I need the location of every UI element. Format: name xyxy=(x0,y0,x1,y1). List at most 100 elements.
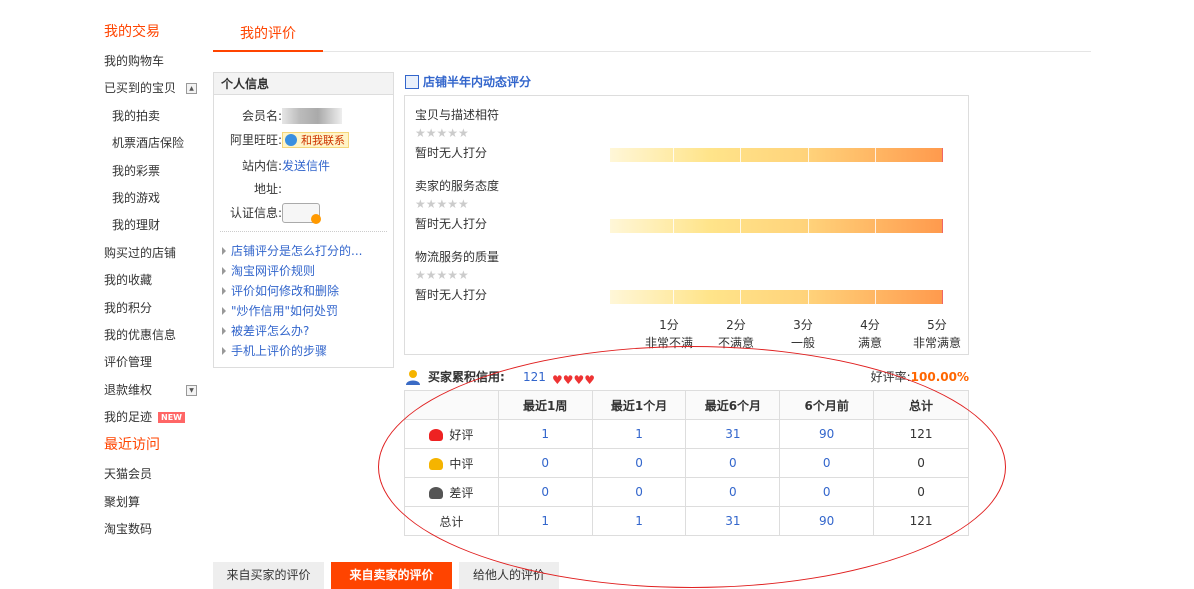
nav-item[interactable]: 退款维权 ▼ xyxy=(104,377,204,404)
address-row: 地址: xyxy=(214,179,393,199)
divider xyxy=(220,231,387,232)
nav-item-label: 我的足迹 xyxy=(104,410,153,425)
dsr-item-status: 暂时无人打分 xyxy=(415,217,488,231)
table-cell[interactable]: 1 xyxy=(591,419,687,449)
nav-item-label: 我的理财 xyxy=(112,218,161,233)
nav-item[interactable]: 我的足迹 NEW xyxy=(104,404,204,431)
dsr-item: 物流服务的质量 ★★★★★ 暂时无人打分 xyxy=(415,248,955,318)
nav-recent-item[interactable]: 淘宝数码 xyxy=(104,516,204,543)
expand-toggle-icon[interactable]: ▲ xyxy=(186,83,197,95)
dsr-scale-label: 1分非常不满 xyxy=(639,316,699,352)
nav-item[interactable]: 我的游戏 xyxy=(104,185,204,212)
nav-recent-item[interactable]: 天猫会员 xyxy=(104,461,204,488)
dsr-scale-desc: 一般 xyxy=(790,336,815,350)
help-link[interactable]: 被差评怎么办? xyxy=(221,321,362,341)
row-label-cell: 总计 xyxy=(404,506,499,536)
tab-my-reviews[interactable]: 我的评价 xyxy=(213,20,323,52)
nav-item[interactable]: 我的优惠信息 xyxy=(104,322,204,349)
table-cell: 121 xyxy=(873,506,969,536)
nav-item[interactable]: 机票酒店保险 xyxy=(104,130,204,157)
left-nav: 我的交易 我的购物车 已买到的宝贝 ▲ 我的拍卖 机票酒店保险 我的彩票 我的游戏 我的理财购… xyxy=(104,20,204,544)
nav-item[interactable]: 购买过的店铺 xyxy=(104,240,204,267)
nav-item[interactable]: 我的理财 xyxy=(104,212,204,239)
dsr-scale-label: 3分一般 xyxy=(773,316,833,352)
help-link[interactable]: 淘宝网评价规则 xyxy=(221,261,362,281)
table-cell[interactable]: 90 xyxy=(779,419,875,449)
nav-item[interactable]: 评价管理 xyxy=(104,349,204,376)
cert-row: 认证信息: xyxy=(214,203,393,224)
top-tab-bar: 我的评价 xyxy=(213,20,1091,52)
table-row: 中评 0 0 0 0 0 xyxy=(404,448,969,478)
dsr-item-name: 宝贝与描述相符 xyxy=(415,108,500,122)
table-header: 6个月前 xyxy=(779,390,875,420)
tab-bottom-2[interactable]: 给他人的评价 xyxy=(459,562,559,589)
table-cell[interactable]: 1 xyxy=(591,506,687,536)
bottom-tab-bar: 来自买家的评价 来自卖家的评价 给他人的评价 xyxy=(213,562,773,589)
tab-bottom-0[interactable]: 来自买家的评价 xyxy=(213,562,324,589)
nav-item[interactable]: 已买到的宝贝 ▲ xyxy=(104,75,204,102)
table-cell[interactable]: 0 xyxy=(591,448,687,478)
rating-table: 最近1周 最近1个月 最近6个月 6个月前 总计 好评 1 1 31 90 121 中评 0 0 0 0 0 差… xyxy=(404,390,969,536)
table-cell[interactable]: 31 xyxy=(685,419,781,449)
contact-me-button[interactable]: 和我联系 xyxy=(282,132,349,148)
star-rating-icon: ★★★★★ xyxy=(415,126,469,140)
table-cell[interactable]: 1 xyxy=(497,506,593,536)
positive-rate-label: 好评率: xyxy=(870,370,911,384)
dsr-score-bar xyxy=(610,290,943,304)
yellow-flower-icon xyxy=(429,457,444,470)
dsr-scale-score: 1分 xyxy=(659,318,679,332)
table-cell[interactable]: 90 xyxy=(779,506,875,536)
dsr-panel: 宝贝与描述相符 ★★★★★ 暂时无人打分 卖家的服务态度 ★★★★★ 暂时无人打分 物流服务… xyxy=(404,95,969,355)
nav-item[interactable]: 我的拍卖 xyxy=(104,103,204,130)
send-message-link[interactable]: 发送信件 xyxy=(282,156,330,176)
dsr-title-text: 店铺半年内动态评分 xyxy=(423,75,532,89)
row-label: 好评 xyxy=(449,427,474,442)
help-link[interactable]: "炒作信用"如何处罚 xyxy=(221,301,362,321)
table-header: 最近1周 xyxy=(497,390,593,420)
personal-info-panel: 个人信息 会员名: 阿里旺旺: 和我联系 站内信: 发送信件 地址: 认证信息:… xyxy=(213,72,394,368)
help-link[interactable]: 手机上评价的步骤 xyxy=(221,341,362,361)
table-cell[interactable]: 0 xyxy=(779,477,875,507)
table-header: 最近6个月 xyxy=(685,390,781,420)
dsr-scale-score: 5分 xyxy=(927,318,947,332)
dsr-item: 宝贝与描述相符 ★★★★★ 暂时无人打分 xyxy=(415,106,955,176)
help-link[interactable]: 评价如何修改和删除 xyxy=(221,281,362,301)
nav-item-label: 已买到的宝贝 xyxy=(104,81,177,96)
table-cell[interactable]: 0 xyxy=(497,477,593,507)
new-badge: NEW xyxy=(158,412,185,424)
dsr-scale-desc: 满意 xyxy=(857,336,882,350)
help-link[interactable]: 店铺评分是怎么打分的... xyxy=(221,241,362,261)
nav-item[interactable]: 我的收藏 xyxy=(104,267,204,294)
dsr-score-bar xyxy=(610,219,943,233)
dsr-scale-score: 4分 xyxy=(860,318,880,332)
table-header: 总计 xyxy=(873,390,969,420)
help-links: 店铺评分是怎么打分的... 淘宝网评价规则 评价如何修改和删除 "炒作信用"如何处罚被… xyxy=(221,241,362,361)
dsr-scale-desc: 非常不满 xyxy=(644,336,693,350)
certification-icon[interactable] xyxy=(282,203,321,224)
positive-rate-value: 100.00% xyxy=(910,370,969,384)
row-label-cell: 中评 xyxy=(404,448,499,478)
nav-item[interactable]: 我的购物车 xyxy=(104,48,204,75)
table-cell[interactable]: 0 xyxy=(779,448,875,478)
nav-item[interactable]: 我的积分 xyxy=(104,295,204,322)
wangwang-row: 阿里旺旺: 和我联系 xyxy=(214,130,393,150)
table-cell[interactable]: 0 xyxy=(497,448,593,478)
nav-recent-item[interactable]: 聚划算 xyxy=(104,489,204,516)
tab-bottom-1[interactable]: 来自卖家的评价 xyxy=(331,562,452,589)
table-cell[interactable]: 1 xyxy=(497,419,593,449)
row-label-cell: 好评 xyxy=(404,419,499,449)
star-rating-icon: ★★★★★ xyxy=(415,268,469,282)
dsr-scale-score: 3分 xyxy=(793,318,813,332)
table-cell[interactable]: 0 xyxy=(685,448,781,478)
nav-item-label: 我的收藏 xyxy=(104,273,153,288)
expand-toggle-icon[interactable]: ▼ xyxy=(186,384,197,396)
nav-heading-recent: 最近访问 xyxy=(104,437,160,454)
table-cell[interactable]: 0 xyxy=(591,477,687,507)
nav-item[interactable]: 我的彩票 xyxy=(104,158,204,185)
table-cell[interactable]: 0 xyxy=(685,477,781,507)
dsr-item-name: 卖家的服务态度 xyxy=(415,179,500,193)
table-cell[interactable]: 31 xyxy=(685,506,781,536)
calendar-icon xyxy=(405,75,419,89)
message-row: 站内信: 发送信件 xyxy=(214,156,393,176)
credit-value[interactable]: 121 xyxy=(523,367,546,387)
